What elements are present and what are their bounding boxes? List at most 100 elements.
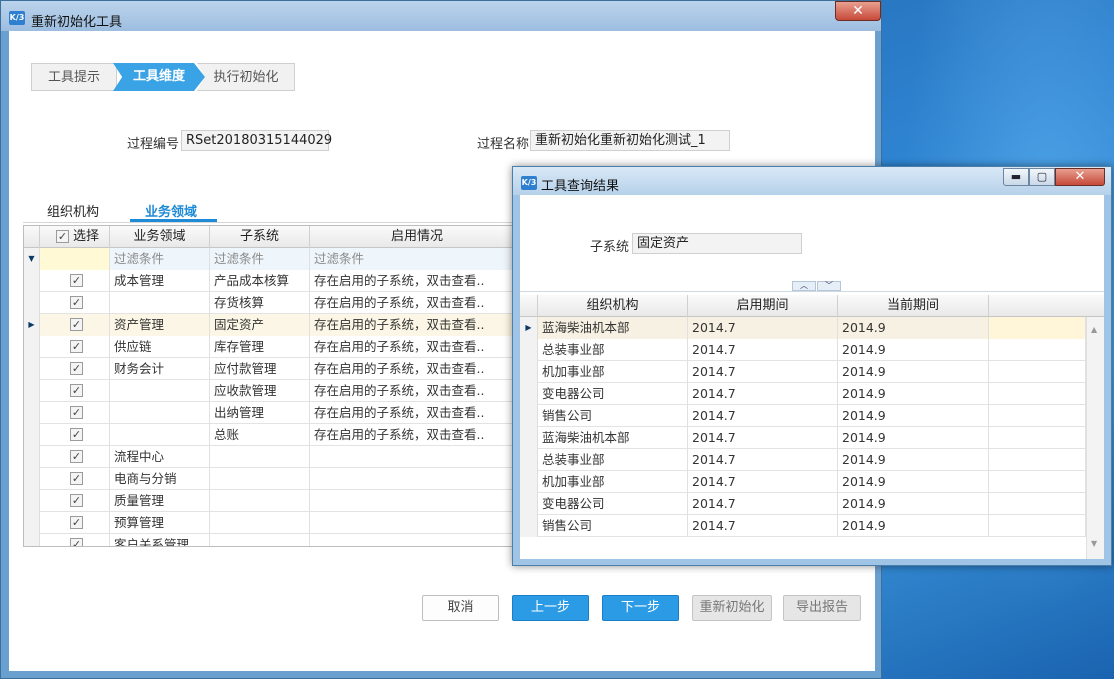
status-cell[interactable]: 存在启用的子系统，双击查看..	[310, 314, 522, 336]
select-all-checkbox[interactable]: ✓	[56, 230, 69, 243]
result-row[interactable]: 销售公司 2014.7 2014.9	[520, 515, 1086, 537]
table-row[interactable]: ✓ 财务会计 应付款管理 存在启用的子系统，双击查看..	[24, 358, 522, 380]
result-row[interactable]: 销售公司 2014.7 2014.9	[520, 405, 1086, 427]
table-row[interactable]: ✓ 应收款管理 存在启用的子系统，双击查看..	[24, 380, 522, 402]
scroll-up-icon[interactable]: ▲	[1091, 325, 1097, 334]
status-cell[interactable]	[310, 468, 522, 490]
maximize-icon[interactable]: ▢	[1029, 168, 1055, 186]
result-row[interactable]: 机加事业部 2014.7 2014.9	[520, 471, 1086, 493]
status-cell[interactable]: 存在启用的子系统，双击查看..	[310, 292, 522, 314]
filter-cell-domain[interactable]: 过滤条件	[110, 248, 210, 270]
status-cell[interactable]: 存在启用的子系统，双击查看..	[310, 358, 522, 380]
step-tool-tips[interactable]: 工具提示	[31, 63, 117, 91]
tab-organization[interactable]: 组织机构	[47, 201, 99, 220]
export-report-button[interactable]: 导出报告	[783, 595, 861, 621]
result-row[interactable]: 变电器公司 2014.7 2014.9	[520, 383, 1086, 405]
table-row[interactable]: ▶ ✓ 资产管理 固定资产 存在启用的子系统，双击查看..	[24, 314, 522, 336]
row-checkbox[interactable]: ✓	[70, 362, 83, 375]
subsystem-field[interactable]: 固定资产	[632, 233, 802, 254]
select-cell[interactable]: ✓	[40, 512, 110, 534]
select-cell[interactable]: ✓	[40, 358, 110, 380]
status-cell[interactable]	[310, 512, 522, 534]
result-row-pointer-icon	[520, 405, 538, 427]
dialog-titlebar[interactable]: K/3 工具查询结果 ▬ ▢ ✕	[513, 167, 1111, 195]
domain-column-header[interactable]: 业务领域	[110, 226, 210, 248]
filter-cell-status[interactable]: 过滤条件	[310, 248, 522, 270]
table-row[interactable]: ✓ 成本管理 产品成本核算 存在启用的子系统，双击查看..	[24, 270, 522, 292]
select-cell[interactable]: ✓	[40, 446, 110, 468]
status-cell[interactable]: 存在启用的子系统，双击查看..	[310, 380, 522, 402]
status-cell[interactable]: 存在启用的子系统，双击查看..	[310, 270, 522, 292]
status-cell[interactable]	[310, 490, 522, 512]
select-cell[interactable]: ✓	[40, 490, 110, 512]
select-cell[interactable]: ✓	[40, 468, 110, 490]
previous-step-button[interactable]: 上一步	[512, 595, 589, 621]
row-checkbox[interactable]: ✓	[70, 340, 83, 353]
dialog-close-icon[interactable]: ✕	[1055, 168, 1105, 186]
subsystem-column-header[interactable]: 子系统	[210, 226, 310, 248]
table-row[interactable]: ✓ 总账 存在启用的子系统，双击查看..	[24, 424, 522, 446]
select-cell[interactable]: ✓	[40, 270, 110, 292]
result-row[interactable]: 总装事业部 2014.7 2014.9	[520, 449, 1086, 471]
row-checkbox[interactable]: ✓	[70, 406, 83, 419]
select-cell[interactable]: ✓	[40, 424, 110, 446]
next-step-button[interactable]: 下一步	[602, 595, 679, 621]
table-row[interactable]: ✓ 客户关系管理	[24, 534, 522, 546]
start-period-column-header[interactable]: 启用期间	[688, 295, 838, 317]
row-checkbox[interactable]: ✓	[70, 274, 83, 287]
reinitialize-button[interactable]: 重新初始化	[692, 595, 772, 621]
org-column-header[interactable]: 组织机构	[538, 295, 688, 317]
process-id-field[interactable]: RSet20180315144029	[181, 130, 332, 151]
select-cell[interactable]: ✓	[40, 380, 110, 402]
process-name-field[interactable]: 重新初始化重新初始化测试_1	[530, 130, 730, 151]
current-period-column-header[interactable]: 当前期间	[838, 295, 989, 317]
empty-cell	[989, 471, 1086, 493]
table-row[interactable]: ✓ 预算管理	[24, 512, 522, 534]
result-row[interactable]: ▶ 蓝海柴油机本部 2014.7 2014.9	[520, 317, 1086, 339]
table-row[interactable]: ✓ 电商与分销	[24, 468, 522, 490]
select-cell[interactable]: ✓	[40, 314, 110, 336]
select-cell[interactable]: ✓	[40, 292, 110, 314]
tab-business-domain[interactable]: 业务领域	[145, 201, 197, 220]
row-checkbox[interactable]: ✓	[70, 428, 83, 441]
close-window-button[interactable]: ✕	[835, 1, 881, 21]
table-row[interactable]: ✓ 供应链 库存管理 存在启用的子系统，双击查看..	[24, 336, 522, 358]
status-cell[interactable]	[310, 446, 522, 468]
select-cell[interactable]: ✓	[40, 534, 110, 546]
table-row[interactable]: ✓ 出纳管理 存在启用的子系统，双击查看..	[24, 402, 522, 424]
collapse-down-icon[interactable]: ﹀	[817, 281, 841, 291]
status-cell[interactable]: 存在启用的子系统，双击查看..	[310, 336, 522, 358]
select-cell[interactable]: ✓	[40, 336, 110, 358]
row-checkbox[interactable]: ✓	[70, 450, 83, 463]
result-row[interactable]: 机加事业部 2014.7 2014.9	[520, 361, 1086, 383]
table-row[interactable]: ✓ 存货核算 存在启用的子系统，双击查看..	[24, 292, 522, 314]
result-row[interactable]: 变电器公司 2014.7 2014.9	[520, 493, 1086, 515]
status-column-header[interactable]: 启用情况	[310, 226, 522, 248]
cancel-button[interactable]: 取消	[422, 595, 499, 621]
row-checkbox[interactable]: ✓	[70, 538, 83, 546]
result-row[interactable]: 总装事业部 2014.7 2014.9	[520, 339, 1086, 361]
row-checkbox[interactable]: ✓	[70, 516, 83, 529]
status-cell[interactable]	[310, 534, 522, 546]
minimize-icon[interactable]: ▬	[1003, 168, 1029, 186]
main-titlebar[interactable]: K/3 重新初始化工具 ✕	[1, 1, 881, 31]
scroll-down-icon[interactable]: ▼	[1091, 539, 1097, 548]
row-checkbox[interactable]: ✓	[70, 318, 83, 331]
status-cell[interactable]: 存在启用的子系统，双击查看..	[310, 402, 522, 424]
step-tool-dimension[interactable]: 工具维度	[113, 63, 205, 91]
row-checkbox[interactable]: ✓	[70, 494, 83, 507]
select-cell[interactable]: ✓	[40, 402, 110, 424]
row-checkbox[interactable]: ✓	[70, 472, 83, 485]
filter-cell-subsystem[interactable]: 过滤条件	[210, 248, 310, 270]
row-checkbox[interactable]: ✓	[70, 296, 83, 309]
result-scrollbar[interactable]: ▲ ▼	[1086, 317, 1104, 559]
collapse-up-icon[interactable]: ︿	[792, 281, 816, 291]
row-checkbox[interactable]: ✓	[70, 384, 83, 397]
result-row[interactable]: 蓝海柴油机本部 2014.7 2014.9	[520, 427, 1086, 449]
table-row[interactable]: ✓ 流程中心	[24, 446, 522, 468]
step-execute-init[interactable]: 执行初始化	[197, 63, 295, 91]
status-cell[interactable]: 存在启用的子系统，双击查看..	[310, 424, 522, 446]
table-row[interactable]: ✓ 质量管理	[24, 490, 522, 512]
select-column-header[interactable]: ✓ 选择	[40, 226, 110, 248]
filter-cell-select[interactable]	[40, 248, 110, 270]
